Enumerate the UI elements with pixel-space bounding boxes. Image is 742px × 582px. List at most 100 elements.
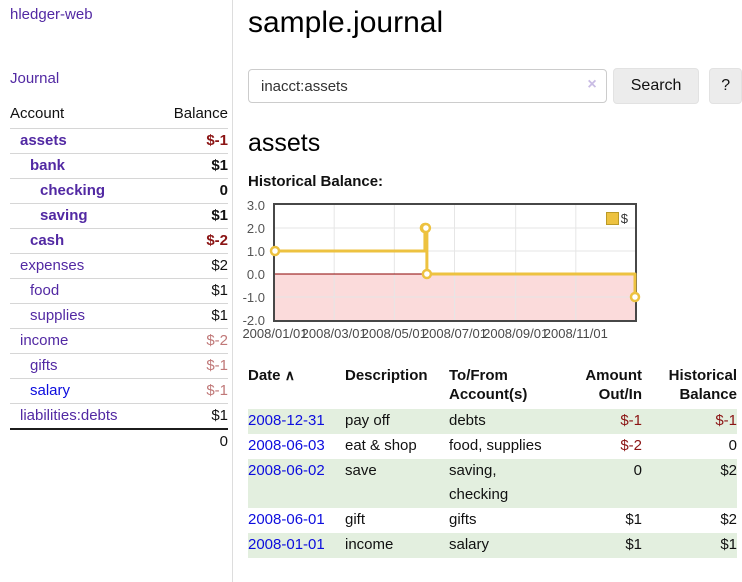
total-spacer	[10, 429, 155, 454]
y-axis-tick-label: 0.0	[247, 267, 265, 282]
accounts-header-balance: Balance	[155, 102, 228, 129]
account-row: expenses $2	[10, 254, 228, 279]
accounts-header-account: Account	[10, 102, 155, 129]
accounts-total-row: 0	[10, 429, 228, 454]
transaction-date-link[interactable]: 2008-06-02	[248, 462, 325, 479]
transaction-balance: $-1	[642, 409, 737, 434]
sidebar: hledger-web Journal Account Balance asse…	[0, 0, 233, 582]
account-balance: $-1	[155, 129, 228, 154]
chart-canvas	[275, 205, 635, 320]
account-name-cell: supplies	[10, 304, 155, 329]
account-name-cell: income	[10, 329, 155, 354]
register-table: Date ∧ Description To/FromAccount(s) Amo…	[248, 366, 742, 558]
account-name-cell: checking	[10, 179, 155, 204]
help-button[interactable]: ?	[709, 68, 742, 104]
search-form: × Search ?	[248, 68, 742, 104]
account-link[interactable]: salary	[30, 382, 70, 399]
transaction-amount: 0	[562, 459, 642, 508]
account-balance: $1	[155, 204, 228, 229]
transaction-row: 2008-06-03eat & shopfood, supplies$-20	[248, 434, 737, 459]
account-link[interactable]: assets	[20, 132, 67, 149]
chart-plot-area: $	[273, 203, 637, 322]
transaction-accounts: food, supplies	[449, 434, 562, 459]
transaction-row: 2008-12-31pay offdebts$-1$-1	[248, 409, 737, 434]
account-balance: $1	[155, 404, 228, 430]
chart-legend: $	[606, 211, 628, 226]
account-name-cell: food	[10, 279, 155, 304]
account-name-cell: salary	[10, 379, 155, 404]
account-link[interactable]: cash	[30, 232, 64, 249]
y-axis-tick-label: -1.0	[243, 290, 265, 305]
account-name-cell: saving	[10, 204, 155, 229]
legend-swatch-icon	[606, 212, 619, 225]
transaction-date-link[interactable]: 2008-01-01	[248, 536, 325, 553]
search-button[interactable]: Search	[613, 68, 700, 104]
transaction-date-cell: 2008-01-01	[248, 533, 345, 558]
account-name-cell: liabilities:debts	[10, 404, 155, 430]
account-balance: $2	[155, 254, 228, 279]
account-link[interactable]: expenses	[20, 257, 84, 274]
search-input[interactable]	[248, 69, 607, 103]
accounts-total-balance: 0	[155, 429, 228, 454]
sidebar-item-journal[interactable]: Journal	[10, 70, 59, 87]
register-header-date[interactable]: Date ∧	[248, 366, 345, 409]
account-balance: $-2	[155, 329, 228, 354]
account-row: assets $-1	[10, 129, 228, 154]
account-link[interactable]: food	[30, 282, 59, 299]
transaction-amount: $-1	[562, 409, 642, 434]
account-link[interactable]: supplies	[30, 307, 85, 324]
transaction-date-link[interactable]: 2008-06-03	[248, 437, 325, 454]
accounts-header-row: Account Balance	[10, 102, 228, 129]
x-axis-tick-label: 2008/07/01	[420, 326, 490, 341]
account-balance: $1	[155, 154, 228, 179]
account-name-cell: gifts	[10, 354, 155, 379]
account-link[interactable]: saving	[40, 207, 88, 224]
register-header-row: Date ∧ Description To/FromAccount(s) Amo…	[248, 366, 737, 409]
transaction-accounts: saving, checking	[449, 459, 562, 508]
transaction-date-link[interactable]: 2008-12-31	[248, 412, 325, 429]
search-input-wrap: ×	[248, 69, 607, 103]
chart-y-axis: 3.02.01.00.0-1.0-2.0	[235, 205, 269, 320]
transaction-description: income	[345, 533, 449, 558]
x-axis-tick-label: 2008/11/01	[541, 326, 611, 341]
brand-link[interactable]: hledger-web	[10, 6, 93, 23]
account-row: income $-2	[10, 329, 228, 354]
transaction-date-link[interactable]: 2008-06-01	[248, 511, 325, 528]
account-row: saving $1	[10, 204, 228, 229]
page-title: sample.journal	[248, 6, 742, 40]
account-link[interactable]: liabilities:debts	[20, 407, 118, 424]
clear-search-icon[interactable]: ×	[587, 77, 596, 93]
transaction-balance: 0	[642, 434, 737, 459]
account-row: food $1	[10, 279, 228, 304]
transaction-row: 2008-01-01incomesalary$1$1	[248, 533, 737, 558]
account-balance: 0	[155, 179, 228, 204]
transaction-row: 2008-06-02savesaving, checking0$2	[248, 459, 737, 508]
account-name-cell: assets	[10, 129, 155, 154]
account-link[interactable]: bank	[30, 157, 65, 174]
account-link[interactable]: income	[20, 332, 68, 349]
register-header-accounts: To/FromAccount(s)	[449, 366, 562, 409]
transaction-amount: $-2	[562, 434, 642, 459]
account-link[interactable]: checking	[40, 182, 105, 199]
account-link[interactable]: gifts	[30, 357, 58, 374]
transaction-amount: $1	[562, 508, 642, 533]
account-row: cash$-2	[10, 229, 228, 254]
accounts-panel: Account Balance assets $-1 bank $1 checking 0…	[0, 102, 233, 454]
account-name-cell: cash	[10, 229, 155, 254]
account-balance: $-1	[155, 379, 228, 404]
account-balance: $-1	[155, 354, 228, 379]
account-row: gifts $-1	[10, 354, 228, 379]
sort-ascending-icon: ∧	[285, 367, 295, 383]
account-row: supplies$1	[10, 304, 228, 329]
account-balance: $1	[155, 279, 228, 304]
main-content: sample.journal × Search ? assets Histori…	[234, 0, 742, 582]
transaction-amount: $1	[562, 533, 642, 558]
account-name-cell: expenses	[10, 254, 155, 279]
register-header-balance: HistoricalBalance	[642, 366, 737, 409]
account-row: liabilities:debts $1	[10, 404, 228, 430]
y-axis-tick-label: 1.0	[247, 244, 265, 259]
legend-label: $	[621, 211, 628, 226]
account-title: assets	[248, 129, 742, 158]
chart-x-axis: 2008/01/012008/03/012008/05/012008/07/01…	[248, 326, 742, 342]
y-axis-tick-label: 3.0	[247, 198, 265, 213]
